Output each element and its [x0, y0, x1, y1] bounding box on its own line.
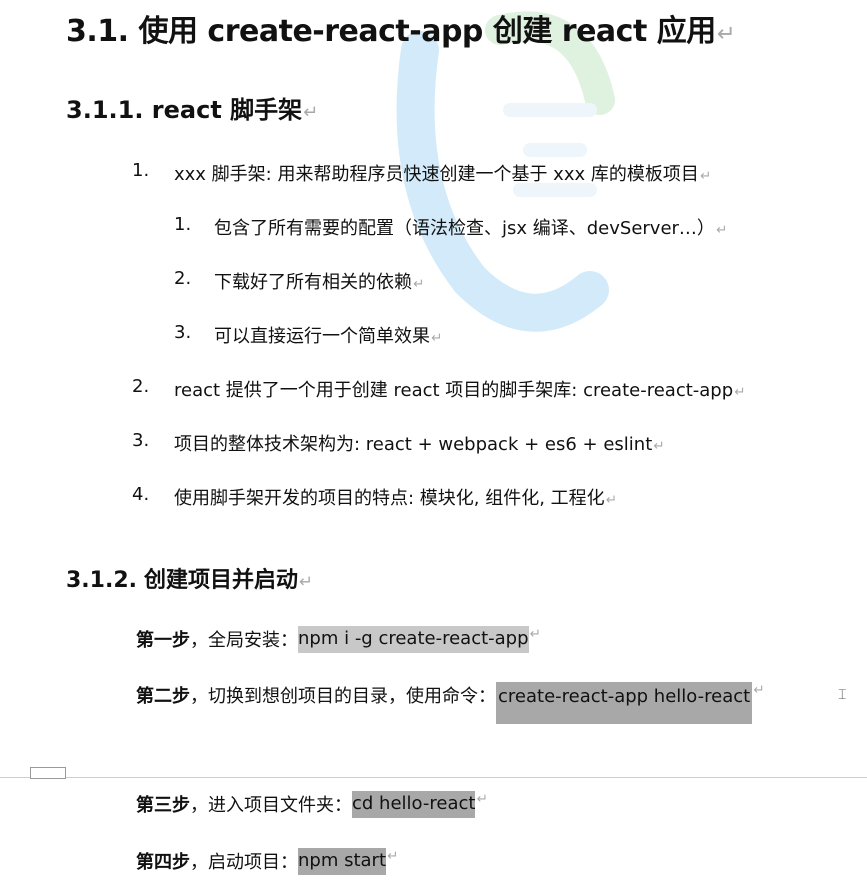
paragraph-mark-icon: ↵ [734, 384, 746, 400]
list-item-number: 3. [174, 322, 192, 343]
list-item-number: 2. [174, 268, 192, 289]
step-description: ，进入项目文件夹： [190, 795, 352, 816]
document-page: 3.1. 使用 create-react-app 创建 react 应用↵ 3.… [0, 0, 867, 889]
list-item-number: 1. [132, 160, 150, 181]
paragraph-mark-icon: ↵ [303, 102, 319, 123]
list-item-number: 1. [174, 214, 192, 235]
step-label: 第三步 [136, 795, 190, 816]
list-item-text: 可以直接运行一个简单效果 [214, 326, 430, 347]
paragraph-mark-icon: ↵ [529, 626, 541, 642]
paragraph-mark-icon: ↵ [299, 572, 313, 591]
command-code[interactable]: npm i -g create-react-app [298, 626, 529, 653]
heading-level-3: 3.1.2. 创建项目并启动↵ [66, 562, 313, 594]
list-item-text: 项目的整体技术架构为: react + webpack + es6 + esli… [174, 434, 653, 455]
step-label: 第二步 [136, 686, 190, 707]
paragraph-mark-icon: ↵ [387, 848, 399, 864]
step-description: ，全局安装： [190, 630, 298, 651]
heading-level-3-number: 3.1.2. [66, 568, 137, 593]
heading-level-2-text: 3.1.1. react 脚手架 [66, 96, 303, 124]
command-code[interactable]: create-react-app hello-react [496, 682, 753, 724]
list-item-number: 3. [132, 430, 150, 451]
list-item-number: 4. [132, 484, 150, 505]
paragraph-mark-icon: ↵ [699, 168, 712, 184]
list-item-text: react 提供了一个用于创建 react 项目的脚手架库: create-re… [174, 380, 734, 401]
step-line: 第四步 ，启动项目： npm start ↵ [136, 848, 398, 875]
heading-level-1-text: 3.1. 使用 create-react-app 创建 react 应用 [66, 14, 716, 49]
heading-level-1: 3.1. 使用 create-react-app 创建 react 应用↵ [66, 6, 736, 50]
page-break-handle[interactable] [30, 767, 66, 779]
step-description: ，启动项目： [190, 852, 298, 873]
list-item-text: 下载好了所有相关的依赖 [214, 272, 412, 293]
paragraph-mark-icon: ↵ [753, 682, 765, 698]
paragraph-mark-icon: ↵ [716, 21, 736, 47]
heading-level-2: 3.1.1. react 脚手架↵ [66, 90, 318, 125]
paragraph-mark-icon: ↵ [476, 791, 488, 807]
step-label: 第一步 [136, 630, 190, 651]
list-item-text: 使用脚手架开发的项目的特点: 模块化, 组件化, 工程化 [174, 488, 605, 509]
page-divider [0, 777, 867, 778]
list-item-text: 包含了所有需要的配置（语法检查、jsx 编译、devServer…） [214, 218, 715, 239]
paragraph-mark-icon: ↵ [715, 222, 728, 238]
paragraph-mark-icon: ↵ [605, 492, 617, 508]
step-line: 第二步 ，切换到想创项目的目录，使用命令： create-react-app h… [136, 682, 765, 724]
command-code[interactable]: cd hello-react [352, 791, 476, 818]
list-item-text: xxx 脚手架: 用来帮助程序员快速创建一个基于 xxx 库的模板项目 [174, 164, 699, 185]
step-line: 第一步 ，全局安装： npm i -g create-react-app ↵ [136, 626, 541, 653]
paragraph-mark-icon: ↵ [653, 438, 665, 454]
heading-level-3-text: 创建项目并启动 [144, 567, 299, 593]
command-code[interactable]: npm start [298, 848, 387, 875]
step-line: 第三步 ，进入项目文件夹： cd hello-react ↵ [136, 791, 488, 818]
step-label: 第四步 [136, 852, 190, 873]
text-cursor-icon: ⌶ [838, 687, 847, 703]
paragraph-mark-icon: ↵ [431, 330, 443, 346]
paragraph-mark-icon: ↵ [413, 276, 425, 292]
list-item-number: 2. [132, 376, 150, 397]
step-description: ，切换到想创项目的目录，使用命令： [190, 686, 496, 707]
